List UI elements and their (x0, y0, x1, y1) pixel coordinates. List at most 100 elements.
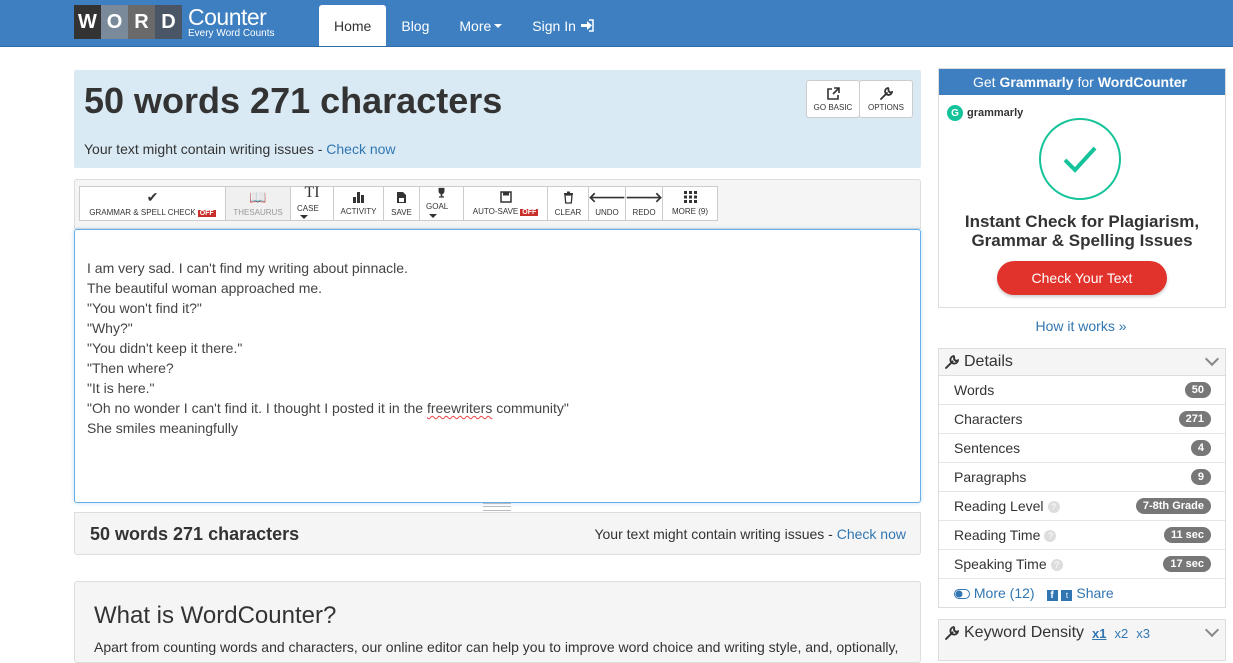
save-button[interactable]: SAVE (383, 186, 420, 221)
undo-label: UNDO (595, 208, 619, 217)
editor-line-text: community" (492, 400, 569, 416)
bottom-word-count: 50 words 271 characters (90, 524, 300, 544)
logo-text: Counter Every Word Counts (188, 5, 275, 39)
check-now-link[interactable]: Check now (326, 141, 395, 157)
bottom-stats-bar: 50 words 271 characters Your text might … (74, 512, 921, 555)
book-icon: 📖 (249, 189, 267, 205)
nav-blog-label: Blog (401, 17, 430, 34)
logo-letter: R (128, 5, 155, 39)
ad-head-site: WordCounter (1097, 74, 1188, 90)
detail-row-characters: Characters 271 (939, 405, 1225, 434)
detail-label: Reading Time (954, 527, 1041, 543)
how-it-works-link[interactable]: How it works » (938, 318, 1224, 334)
check-now-link[interactable]: Check now (837, 526, 906, 542)
logo-letter: O (101, 5, 128, 39)
off-badge: OFF (520, 209, 539, 216)
chevron-down-icon[interactable] (1204, 622, 1220, 638)
help-icon[interactable]: ? (1050, 559, 1063, 572)
details-header[interactable]: Details (939, 349, 1225, 376)
editor-line: The beautiful woman approached me. (87, 280, 323, 296)
share-link[interactable]: f t Share (1046, 585, 1114, 601)
navbar: W O R D Counter Every Word Counts Home B… (0, 0, 1233, 47)
detail-label-wrap: Speaking Time? (954, 556, 1063, 572)
grid-icon (683, 191, 697, 203)
nav-blog[interactable]: Blog (386, 5, 444, 46)
nav-sign-in[interactable]: Sign In (517, 5, 609, 46)
ad-title-line: Grammar & Spelling Issues (971, 231, 1193, 250)
more-details-label: More (12) (973, 585, 1035, 601)
details-title: Details (964, 353, 1013, 370)
detail-row-reading-time: Reading Time? 11 sec (939, 521, 1225, 550)
stats-header: 50 words 271 characters Your text might … (74, 70, 921, 168)
bottom-issues-notice: Your text might contain writing issues -… (594, 526, 906, 542)
issues-text: Your text might contain writing issues - (594, 526, 837, 542)
options-button[interactable]: OPTIONS (859, 80, 913, 118)
editor-line-text: "Oh no wonder I can't find it. I thought… (87, 400, 427, 416)
help-icon[interactable]: ? (1047, 501, 1060, 514)
go-basic-label: GO BASIC (813, 102, 853, 112)
nav-home[interactable]: Home (319, 5, 387, 46)
nav-more-dropdown[interactable]: More (444, 5, 517, 46)
how-it-works-text[interactable]: How it works » (1035, 318, 1126, 334)
chevron-down-icon[interactable] (1204, 351, 1220, 367)
wordcounter-logo[interactable]: W O R D Counter Every Word Counts (74, 4, 275, 40)
nav-more-label: More (459, 17, 492, 34)
misspelled-word[interactable]: freewriters (427, 400, 492, 416)
text-editor[interactable]: I am very sad. I can't find my writing a… (74, 229, 921, 503)
auto-save-button[interactable]: AUTO-SAVE OFF (463, 186, 548, 221)
twitter-icon: t (1061, 590, 1073, 601)
ad-title-line: Instant Check for Plagiarism, (964, 212, 1200, 231)
activity-label: ACTIVITY (340, 207, 377, 216)
goal-label-text: GOAL (426, 202, 449, 211)
detail-badge: 50 (1184, 382, 1211, 398)
detail-label: Reading Level (954, 498, 1044, 514)
grammarly-ad[interactable]: Get Grammarly for WordCounter G grammarl… (938, 68, 1226, 308)
floppy-disk-icon (499, 191, 512, 203)
logo-letter: W (74, 5, 101, 39)
help-icon[interactable]: ? (1044, 530, 1057, 543)
auto-save-label-text: AUTO-SAVE (472, 207, 519, 216)
check-your-text-button[interactable]: Check Your Text (997, 261, 1167, 295)
details-panel: Details Words 50 Characters 271 Sentences 4… (938, 348, 1226, 608)
go-basic-button[interactable]: GO BASIC (806, 80, 860, 118)
wrench-icon (879, 86, 893, 100)
checkmark-icon (1063, 146, 1097, 173)
bar-chart-icon (353, 192, 364, 203)
resize-handle[interactable] (483, 503, 511, 511)
undo-button[interactable]: 🡐 UNDO (588, 186, 626, 221)
density-x1-tab[interactable]: x1 (1092, 626, 1106, 641)
grammar-check-button[interactable]: ✔ GRAMMAR & SPELL CHECK OFF (79, 186, 226, 221)
editor-content[interactable]: I am very sad. I can't find my writing a… (87, 258, 569, 438)
wrench-icon (945, 355, 959, 369)
ad-head-text: Get (972, 74, 996, 90)
case-button[interactable]: TI CASE (290, 184, 334, 221)
detail-label-wrap: Reading Level? (954, 498, 1060, 514)
keyword-density-header[interactable]: Keyword Density x1 x2 x3 (939, 620, 1225, 646)
case-label-text: CASE (297, 203, 319, 213)
editor-line: "Then where? (87, 360, 174, 376)
more-tools-button[interactable]: MORE (9) (662, 186, 718, 221)
keyword-density-panel: Keyword Density x1 x2 x3 (938, 619, 1226, 661)
facebook-icon: f (1046, 590, 1058, 601)
ad-title: Instant Check for Plagiarism, Grammar & … (939, 212, 1225, 250)
activity-button[interactable]: ACTIVITY (333, 186, 384, 221)
check-circle-icon (1039, 118, 1121, 200)
more-details-link[interactable]: More (12) (954, 585, 1035, 601)
page-title: 50 words 271 characters (84, 80, 503, 121)
editor-line: "It is here." (87, 380, 155, 396)
density-x3-tab[interactable]: x3 (1136, 626, 1150, 641)
caret-down-icon (494, 23, 503, 28)
detail-badge: 4 (1190, 440, 1211, 456)
editor-line: "Why?" (87, 320, 133, 336)
thesaurus-button[interactable]: 📖 THESAURUS (225, 186, 291, 221)
main-nav: Home Blog More Sign In (319, 5, 609, 46)
editor-line: I am very sad. I can't find my writing a… (87, 260, 408, 276)
save-label: SAVE (391, 207, 412, 217)
density-x2-tab[interactable]: x2 (1115, 626, 1129, 641)
redo-button[interactable]: 🡒 REDO (625, 186, 663, 221)
goal-button[interactable]: GOAL (419, 186, 464, 221)
details-footer: More (12) f t Share (939, 579, 1225, 607)
clear-button[interactable]: CLEAR (547, 186, 589, 221)
goal-label: GOAL (426, 202, 457, 220)
detail-label: Words (954, 382, 995, 398)
